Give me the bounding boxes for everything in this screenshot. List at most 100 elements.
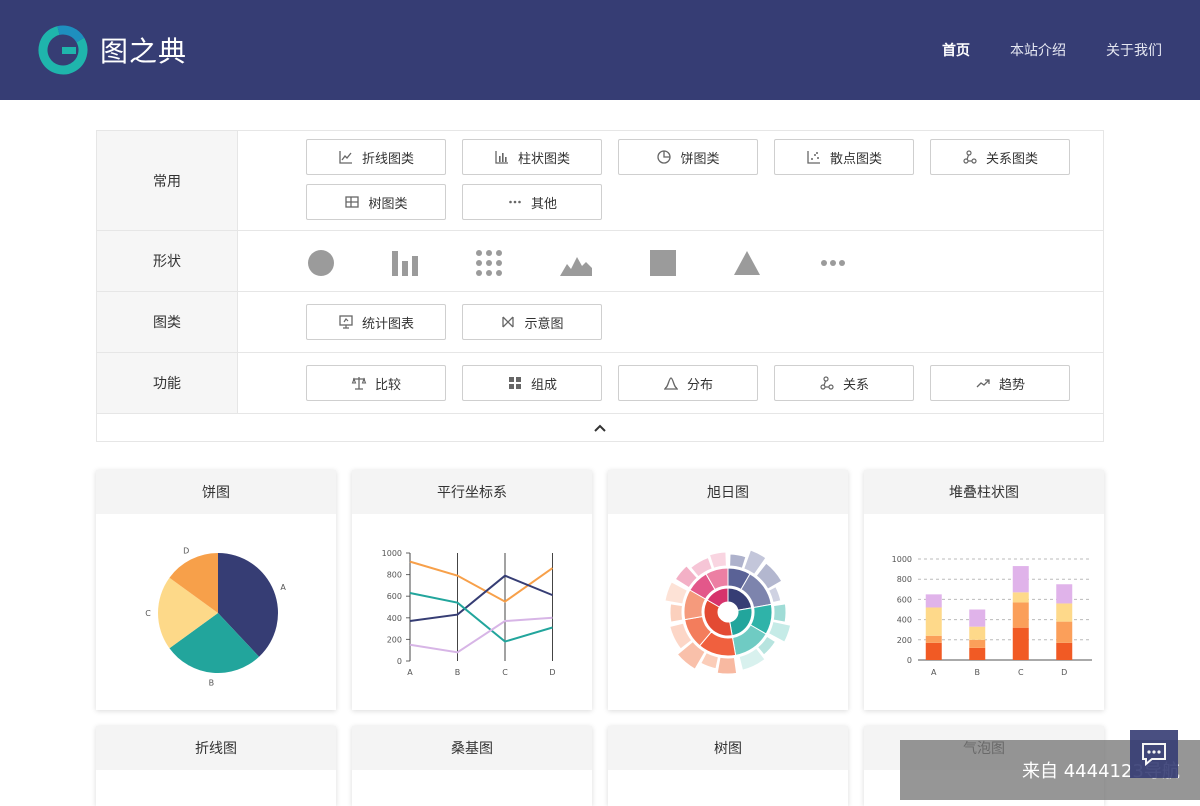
card-title: 折线图 (96, 726, 336, 770)
site-logo[interactable]: 图之典 (38, 24, 188, 76)
balance-scale-icon (351, 377, 367, 390)
nav-about-us[interactable]: 关于我们 (1106, 40, 1162, 60)
square-shape-icon[interactable] (649, 249, 677, 277)
x-tick-label: A (931, 668, 937, 677)
axis-label: A (407, 668, 413, 677)
sunburst-outer-segment (772, 603, 787, 623)
y-tick-label: 600 (897, 595, 912, 604)
axis-label: D (549, 668, 555, 677)
bar-segment (925, 635, 942, 643)
filter-compare-button[interactable]: 比较 (306, 365, 446, 401)
bars-shape-icon[interactable] (391, 249, 419, 277)
more-shape-icon[interactable] (819, 249, 847, 277)
filter-label-category: 图类 (97, 292, 238, 352)
mountain-shape-icon[interactable] (559, 249, 593, 277)
chart-card-pie[interactable]: 饼图 A B C D (96, 470, 336, 710)
filter-trend-button[interactable]: 趋势 (930, 365, 1070, 401)
filter-tree-charts-button[interactable]: 树图类 (306, 184, 446, 220)
chart-card-sankey[interactable]: 桑基图 (352, 726, 592, 806)
ellipsis-icon (509, 200, 521, 204)
axis-label: B (455, 668, 461, 677)
sunburst-outer-segment (729, 553, 747, 569)
sunburst-outer-segment (664, 581, 689, 605)
filter-scatter-charts-button[interactable]: 散点图类 (774, 139, 914, 175)
filter-bar-charts-button[interactable]: 柱状图类 (462, 139, 602, 175)
y-tick-label: 800 (897, 575, 912, 584)
bar-segment (969, 609, 986, 627)
bar-segment (1012, 627, 1029, 660)
filter-other-charts-button[interactable]: 其他 (462, 184, 602, 220)
filter-distribution-button[interactable]: 分布 (618, 365, 758, 401)
axis-label: C (502, 668, 508, 677)
filter-pie-charts-button[interactable]: 饼图类 (618, 139, 758, 175)
treemap-chart-icon (345, 196, 360, 208)
chart-card-sunburst[interactable]: 旭日图 (608, 470, 848, 710)
card-title: 堆叠柱状图 (864, 470, 1104, 514)
chat-bubble-icon (1142, 743, 1166, 767)
filter-relation-button[interactable]: 关系 (774, 365, 914, 401)
blocks-icon (508, 377, 521, 389)
pie-chart-icon (657, 150, 672, 164)
bar-segment (969, 639, 986, 648)
card-title: 平行坐标系 (352, 470, 592, 514)
y-tick-label: 1000 (382, 549, 402, 558)
bar-segment (1056, 621, 1073, 643)
y-tick-label: 400 (387, 614, 402, 623)
logo-text: 图之典 (100, 35, 188, 68)
chart-card-tree[interactable]: 树图 (608, 726, 848, 806)
x-tick-label: B (975, 668, 981, 677)
sunburst-outer-segment (708, 551, 727, 569)
bar-segment (1056, 642, 1073, 660)
nav-about-site[interactable]: 本站介绍 (1010, 40, 1066, 60)
filter-label-shape: 形状 (97, 231, 238, 291)
relation-nodes-icon (820, 376, 834, 390)
filter-line-charts-button[interactable]: 折线图类 (306, 139, 446, 175)
collapse-filter-button[interactable] (97, 414, 1103, 442)
top-header: 图之典 首页 本站介绍 关于我们 (0, 0, 1200, 100)
presentation-board-icon (339, 315, 353, 329)
relation-chart-icon (963, 150, 977, 164)
bowtie-diagram-icon (502, 316, 515, 328)
stacked-bar-chart: 0 200 400 600 800 1000 A B C D (892, 555, 1092, 677)
logo-mark-icon (38, 25, 88, 75)
pie-slice-label: D (183, 547, 189, 556)
bar-segment (925, 642, 942, 660)
bar-segment (1012, 602, 1029, 628)
dots-grid-shape-icon[interactable] (475, 249, 503, 277)
scatter-chart-icon (807, 151, 820, 164)
y-tick-label: 1000 (892, 555, 912, 564)
chart-card-stacked-bar[interactable]: 堆叠柱状图 0 200 400 600 800 1000 A B C D (864, 470, 1104, 710)
y-tick-label: 400 (897, 616, 912, 625)
trend-arrow-icon (976, 379, 990, 388)
filter-row-shape: 形状 (97, 231, 1103, 292)
sunburst-outer-segment (669, 603, 684, 623)
bell-curve-icon (663, 377, 678, 390)
bar-segment (969, 626, 986, 640)
triangle-shape-icon[interactable] (733, 249, 761, 277)
filter-row-function: 功能 比较 组成 分布 关系 趋势 (97, 353, 1103, 414)
feedback-button[interactable] (1130, 730, 1178, 778)
nav-home[interactable]: 首页 (942, 40, 970, 60)
chevron-up-icon (594, 424, 606, 432)
pie-slice-label: A (280, 583, 286, 592)
y-tick-label: 200 (387, 635, 402, 644)
chart-card-parallel[interactable]: 平行坐标系 0 200 400 600 800 1000 A B C D (352, 470, 592, 710)
y-tick-label: 0 (397, 657, 402, 666)
card-title: 树图 (608, 726, 848, 770)
filter-diagrams-button[interactable]: 示意图 (462, 304, 602, 340)
bar-segment (925, 607, 942, 636)
y-tick-label: 0 (907, 656, 912, 665)
bar-segment (969, 647, 986, 660)
bar-chart-icon (495, 151, 508, 164)
circle-shape-icon[interactable] (307, 249, 335, 277)
line-chart-icon (339, 151, 352, 164)
filter-relation-charts-button[interactable]: 关系图类 (930, 139, 1070, 175)
sunburst-chart (664, 549, 792, 675)
filter-composition-button[interactable]: 组成 (462, 365, 602, 401)
filter-row-common: 常用 折线图类 柱状图类 饼图类 散点图类 关系图类 树图类 其他 (97, 131, 1103, 231)
parallel-coordinates-chart: 0 200 400 600 800 1000 A B C D (382, 549, 556, 677)
chart-card-line[interactable]: 折线图 (96, 726, 336, 806)
filter-statistical-charts-button[interactable]: 统计图表 (306, 304, 446, 340)
y-tick-label: 800 (387, 571, 402, 580)
filter-label-common: 常用 (97, 131, 238, 230)
